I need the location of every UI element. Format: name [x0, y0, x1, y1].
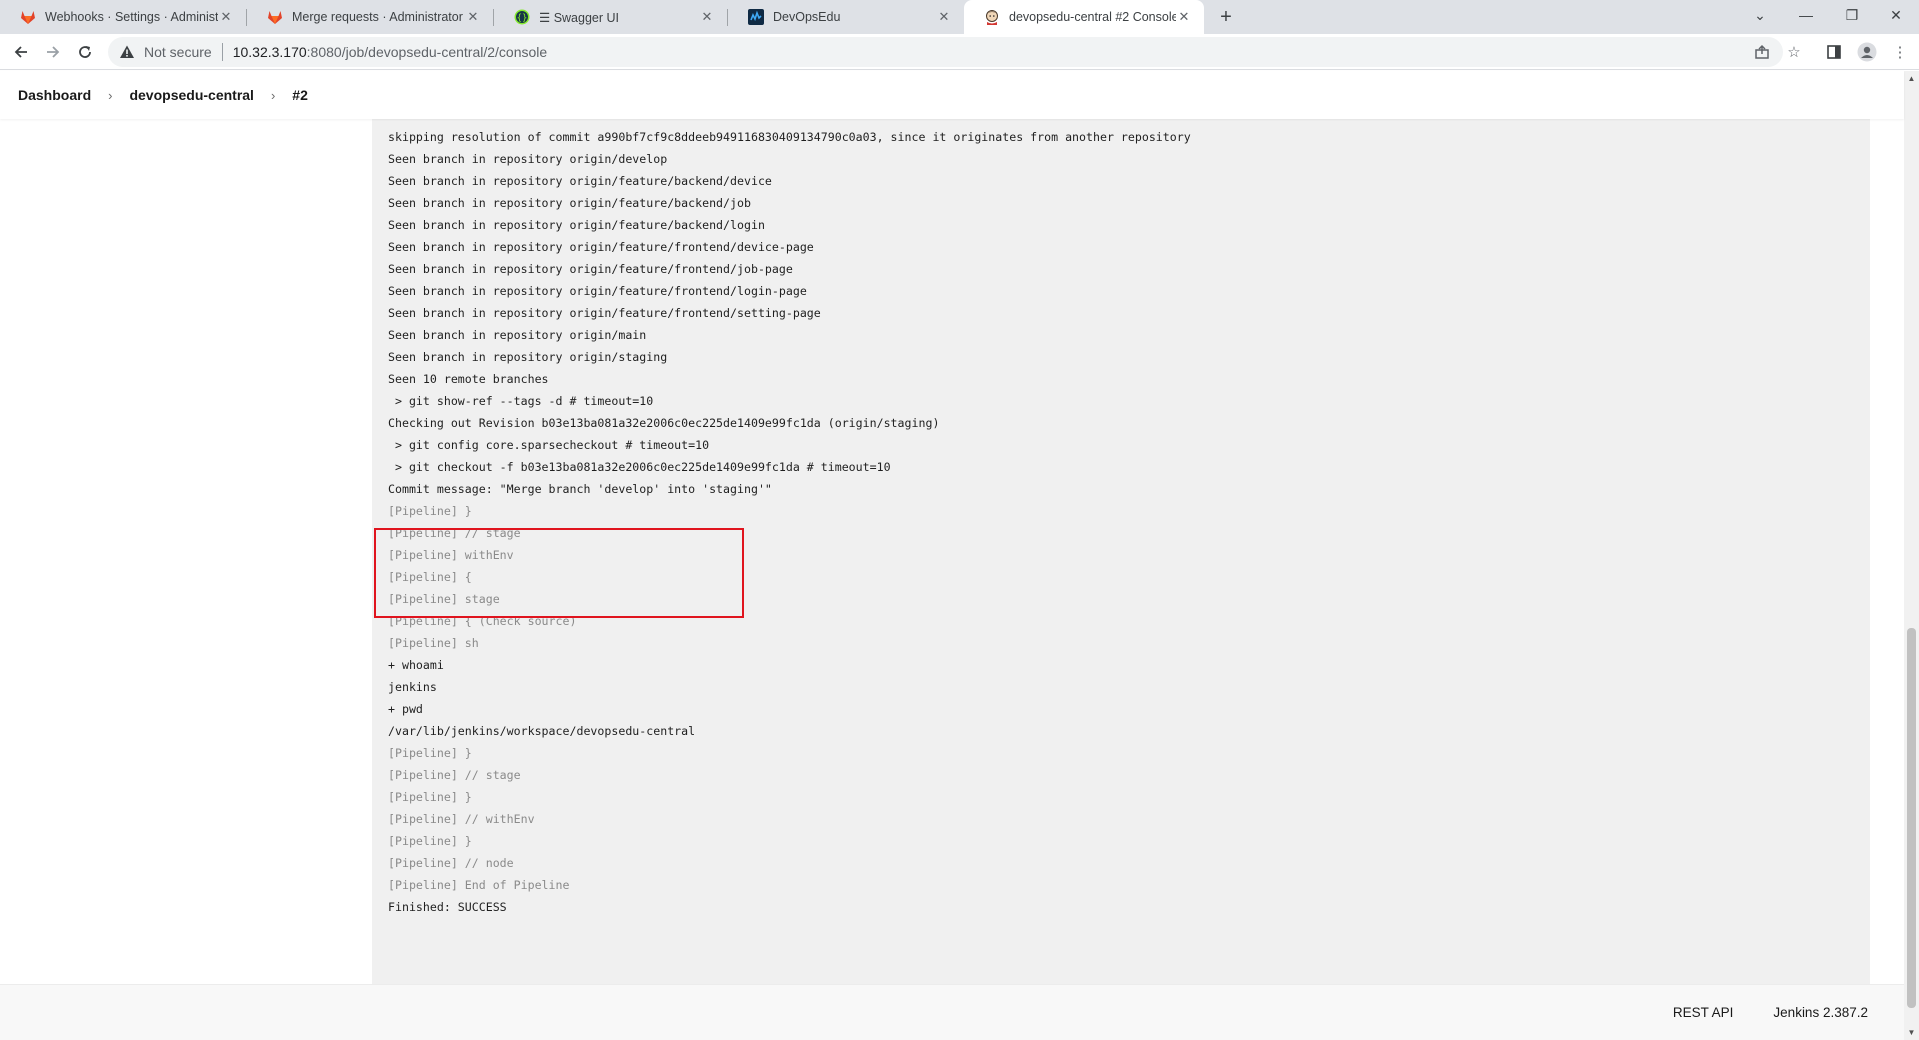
console-output: skipping resolution of commit a990bf7cf9… — [372, 119, 1870, 984]
console-line: [Pipeline] { — [388, 570, 472, 584]
gitlab-icon — [267, 9, 283, 25]
tab-title: Webhooks · Settings · Administra — [45, 10, 218, 24]
gitlab-icon — [20, 9, 36, 25]
console-line: [Pipeline] End of Pipeline — [388, 878, 570, 892]
console-line: jenkins — [388, 680, 437, 694]
address-host: 10.32.3.170 — [232, 44, 307, 60]
devopsedu-icon — [748, 9, 764, 25]
console-line: Seen branch in repository origin/feature… — [388, 218, 765, 232]
console-line: > git checkout -f b03e13ba081a32e2006c0e… — [388, 460, 891, 474]
console-line: Seen branch in repository origin/develop — [388, 152, 668, 166]
console-line: [Pipeline] // withEnv — [388, 812, 535, 826]
jenkins-icon — [984, 9, 1000, 25]
bookmark-star-icon[interactable]: ☆ — [1783, 41, 1805, 63]
share-icon[interactable] — [1751, 41, 1773, 63]
console-line: [Pipeline] withEnv — [388, 548, 514, 562]
console-line: [Pipeline] sh — [388, 636, 479, 650]
svg-text:{}: {} — [517, 13, 528, 23]
console-line: [Pipeline] // stage — [388, 526, 521, 540]
reload-icon[interactable] — [72, 39, 98, 65]
console-line: Seen branch in repository origin/feature… — [388, 262, 793, 276]
tab-title: Merge requests · Administrator / — [292, 10, 465, 24]
rest-api-link[interactable]: REST API — [1673, 1005, 1734, 1020]
console-line: [Pipeline] } — [388, 790, 472, 804]
close-icon[interactable]: ✕ — [465, 9, 481, 25]
console-line: Seen branch in repository origin/feature… — [388, 240, 814, 254]
console-line: Seen 10 remote branches — [388, 372, 549, 386]
address-bar[interactable]: Not secure 10.32.3.170 :8080/job/devopse… — [108, 37, 1783, 67]
console-line: Checking out Revision b03e13ba081a32e200… — [388, 416, 940, 430]
main-content: skipping resolution of commit a990bf7cf9… — [0, 119, 1904, 984]
console-line: [Pipeline] } — [388, 834, 472, 848]
browser-tab-active[interactable]: devopsedu-central #2 Console [J ✕ — [964, 0, 1204, 34]
tab-title: DevOpsEdu — [773, 10, 841, 24]
console-line: Seen branch in repository origin/staging — [388, 350, 668, 364]
scrollbar-thumb[interactable] — [1907, 628, 1916, 1008]
warning-icon — [118, 43, 136, 61]
back-icon[interactable] — [8, 39, 34, 65]
console-line: [Pipeline] { (Check source) — [388, 614, 577, 628]
tab-search-icon[interactable]: ⌄ — [1737, 0, 1783, 30]
breadcrumb-build[interactable]: #2 — [292, 87, 308, 103]
forward-icon[interactable] — [40, 39, 66, 65]
browser-tab[interactable]: Merge requests · Administrator / ✕ — [247, 0, 493, 34]
browser-tab[interactable]: {} ☰ Swagger UI ✕ — [494, 0, 727, 34]
page-footer: REST API Jenkins 2.387.2 — [0, 984, 1904, 1040]
chevron-right-icon: › — [108, 87, 113, 103]
console-line: [Pipeline] // node — [388, 856, 514, 870]
browser-tab-strip: Webhooks · Settings · Administra ✕ Merge… — [0, 0, 1919, 34]
browser-tab[interactable]: Webhooks · Settings · Administra ✕ — [0, 0, 246, 34]
close-icon[interactable]: ✕ — [1176, 9, 1192, 25]
browser-tab[interactable]: DevOpsEdu ✕ — [728, 0, 964, 34]
console-line: > git config core.sparsecheckout # timeo… — [388, 438, 710, 452]
console-line: [Pipeline] // stage — [388, 768, 521, 782]
breadcrumb-dashboard[interactable]: Dashboard — [18, 87, 91, 103]
close-icon[interactable]: ✕ — [936, 9, 952, 25]
page-scrollbar[interactable]: ▲ ▼ — [1904, 71, 1919, 1040]
console-line: + whoami — [388, 658, 444, 672]
restore-icon[interactable]: ❐ — [1829, 0, 1875, 30]
console-line: Seen branch in repository origin/feature… — [388, 284, 807, 298]
console-line: Seen branch in repository origin/feature… — [388, 196, 751, 210]
tab-title: devopsedu-central #2 Console [J — [1009, 10, 1176, 24]
menu-kebab-icon[interactable]: ⋮ — [1889, 41, 1911, 63]
address-divider — [221, 43, 223, 61]
close-window-icon[interactable]: ✕ — [1873, 0, 1919, 30]
jenkins-version[interactable]: Jenkins 2.387.2 — [1773, 1005, 1868, 1020]
breadcrumb-job[interactable]: devopsedu-central — [129, 87, 253, 103]
console-line: [Pipeline] } — [388, 504, 472, 518]
browser-toolbar: Not secure 10.32.3.170 :8080/job/devopse… — [0, 34, 1919, 70]
scroll-down-arrow-icon[interactable]: ▼ — [1904, 1025, 1919, 1040]
minimize-icon[interactable]: — — [1783, 0, 1829, 30]
new-tab-button[interactable]: + — [1213, 5, 1239, 29]
console-line: Seen branch in repository origin/feature… — [388, 306, 821, 320]
console-line: Commit message: "Merge branch 'develop' … — [388, 482, 772, 496]
console-line: [Pipeline] } — [388, 746, 472, 760]
console-line: > git show-ref --tags -d # timeout=10 — [388, 394, 654, 408]
breadcrumb: Dashboard › devopsedu-central › #2 — [0, 71, 1904, 119]
tab-title: ☰ Swagger UI — [539, 10, 619, 25]
tab-title-text: Swagger UI — [553, 10, 619, 25]
scroll-up-arrow-icon[interactable]: ▲ — [1904, 71, 1919, 86]
console-line: + pwd — [388, 702, 423, 716]
close-icon[interactable]: ✕ — [699, 9, 715, 25]
side-panel-icon[interactable] — [1823, 41, 1845, 63]
address-path: :8080/job/devopsedu-central/2/console — [306, 44, 548, 60]
swagger-icon: {} — [514, 9, 530, 25]
close-icon[interactable]: ✕ — [218, 9, 234, 25]
console-line: Finished: SUCCESS — [388, 900, 507, 914]
profile-avatar-icon[interactable] — [1856, 41, 1878, 63]
security-label: Not secure — [144, 44, 212, 60]
console-line: [Pipeline] stage — [388, 592, 500, 606]
console-line: skipping resolution of commit a990bf7cf9… — [388, 130, 1191, 144]
console-line: /var/lib/jenkins/workspace/devopsedu-cen… — [388, 724, 696, 738]
console-line: Seen branch in repository origin/main — [388, 328, 647, 342]
console-line: Seen branch in repository origin/feature… — [388, 174, 772, 188]
chevron-right-icon: › — [270, 87, 276, 103]
